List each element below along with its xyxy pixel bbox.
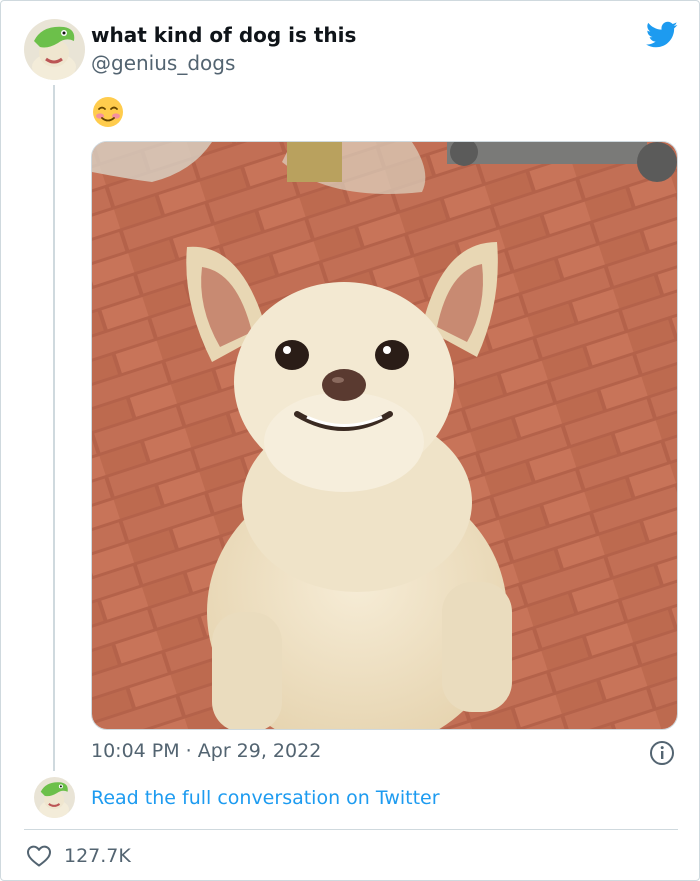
tweet-timestamp[interactable]: 10:04 PM · Apr 29, 2022 <box>91 740 321 762</box>
divider <box>24 829 678 830</box>
read-full-conversation-link[interactable]: Read the full conversation on Twitter <box>91 787 440 809</box>
twitter-bird-icon[interactable] <box>646 21 678 49</box>
like-button[interactable]: 127.7K <box>26 843 131 869</box>
like-count: 127.7K <box>64 845 131 867</box>
author-avatar[interactable] <box>24 19 85 80</box>
tweet-photo[interactable] <box>91 141 678 730</box>
tweet-embed-card: what kind of dog is this @genius_dogs 10… <box>0 0 700 881</box>
thread-line <box>53 85 55 771</box>
author-avatar-small[interactable] <box>34 777 75 818</box>
heart-icon[interactable] <box>26 844 52 868</box>
author-handle[interactable]: @genius_dogs <box>91 51 235 75</box>
smiling-face-emoji <box>91 95 125 129</box>
info-icon[interactable] <box>649 740 675 766</box>
author-display-name[interactable]: what kind of dog is this <box>91 23 356 47</box>
